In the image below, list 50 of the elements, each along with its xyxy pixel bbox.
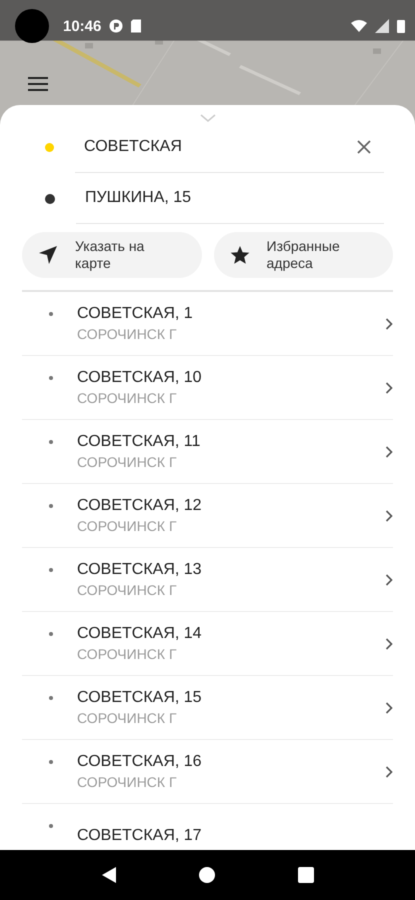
street-name: СОВЕТСКАЯ, 13 [77, 561, 203, 579]
chevron-right-icon [385, 382, 393, 394]
address-suggestion[interactable]: СОВЕТСКАЯ, 13 СОРОЧИНСК Г [22, 548, 393, 612]
street-name: СОВЕТСКАЯ, 11 [77, 433, 202, 451]
street-name: СОВЕТСКАЯ, 10 [77, 369, 203, 387]
chevron-right-icon [385, 446, 393, 458]
star-icon [230, 245, 250, 265]
address-suggestion[interactable]: СОВЕТСКАЯ, 15 СОРОЧИНСК Г [22, 676, 393, 740]
notification-icon [109, 19, 124, 33]
address-suggestion[interactable]: СОВЕТСКАЯ, 11 СОРОЧИНСК Г [22, 420, 393, 484]
street-name: СОВЕТСКАЯ, 14 [77, 625, 203, 643]
city-name: СОРОЧИНСК Г [77, 326, 178, 342]
city-name: СОРОЧИНСК Г [77, 582, 178, 598]
city-name: СОРОЧИНСК Г [77, 454, 178, 470]
city-name: СОРОЧИНСК Г [77, 390, 178, 406]
back-icon[interactable] [101, 867, 118, 883]
wifi-icon [351, 19, 367, 33]
chevron-right-icon [385, 702, 393, 714]
close-icon[interactable] [357, 140, 371, 154]
address-suggestion[interactable]: СОВЕТСКАЯ, 14 СОРОЧИНСК Г [22, 612, 393, 676]
recents-icon[interactable] [298, 867, 314, 883]
chevron-right-icon [385, 574, 393, 586]
city-name: СОРОЧИНСК Г [77, 774, 178, 790]
menu-icon[interactable] [28, 77, 48, 91]
battery-icon [397, 19, 405, 33]
status-time: 10:46 [63, 18, 102, 34]
address-field[interactable]: СОВЕТСКАЯ [75, 122, 384, 173]
pick-on-map-button[interactable]: Указать на карте [22, 232, 202, 278]
street-name: СОВЕТСКАЯ, 1 [77, 305, 194, 323]
chevron-right-icon [385, 638, 393, 650]
city-name: СОРОЧИНСК Г [77, 646, 178, 662]
address-field[interactable]: ПУШКИНА, 15 [76, 173, 384, 224]
sd-card-icon [131, 19, 142, 33]
street-name: СОВЕТСКАЯ, 15 [77, 689, 203, 707]
chevron-right-icon [385, 318, 393, 330]
chevron-right-icon [385, 510, 393, 522]
navigation-arrow-icon [38, 245, 58, 265]
chevron-right-icon [385, 766, 393, 778]
street-name: СОВЕТСКАЯ, 12 [77, 497, 203, 515]
street-name: СОВЕТСКАЯ, 17 [77, 826, 203, 844]
signal-icon [375, 19, 389, 33]
address-suggestion[interactable]: СОВЕТСКАЯ, 1 СОРОЧИНСК Г [22, 292, 393, 356]
address-suggestion[interactable]: СОВЕТСКАЯ, 12 СОРОЧИНСК Г [22, 484, 393, 548]
home-icon[interactable] [199, 867, 216, 883]
address-suggestion[interactable]: СОВЕТСКАЯ, 10 СОРОЧИНСК Г [22, 356, 393, 420]
favorites-button[interactable]: Избранные адреса [214, 232, 393, 278]
address-suggestion[interactable]: СОВЕТСКАЯ, 16 СОРОЧИНСК Г [22, 740, 393, 804]
street-name: СОВЕТСКАЯ, 16 [77, 753, 203, 771]
city-name: СОРОЧИНСК Г [77, 518, 178, 534]
city-name: СОРОЧИНСК Г [77, 710, 178, 726]
